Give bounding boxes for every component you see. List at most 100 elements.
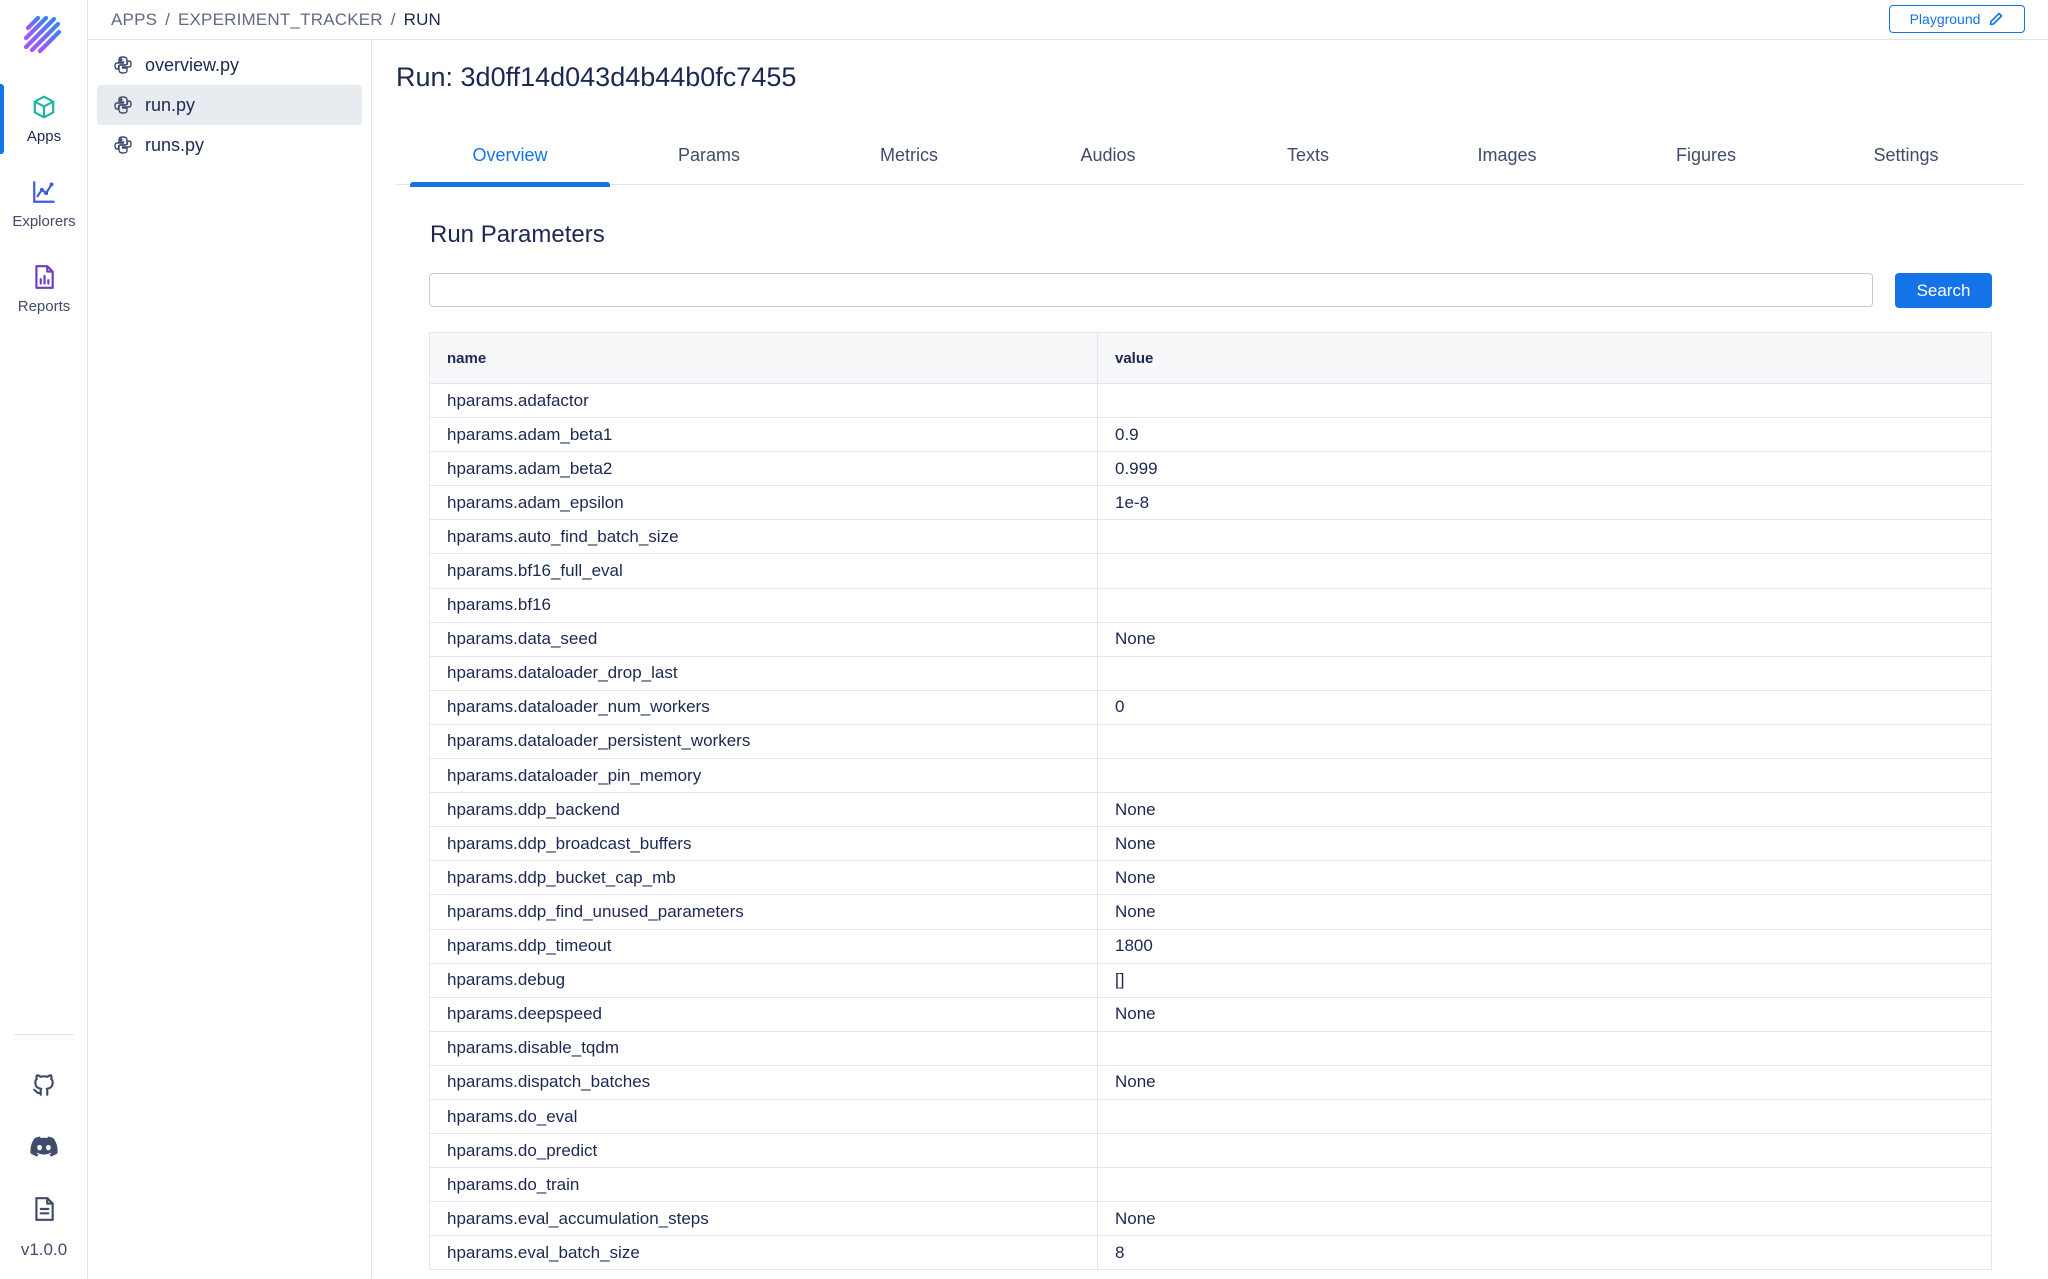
breadcrumb-apps[interactable]: APPS (111, 10, 157, 29)
param-value-cell: None (1115, 1208, 1156, 1228)
param-value-cell: None (1115, 833, 1156, 853)
param-name-cell: hparams.adafactor (430, 384, 1098, 418)
tab-settings[interactable]: Settings (1806, 135, 2006, 185)
python-file-icon (114, 136, 132, 154)
param-name-cell: hparams.do_eval (430, 1099, 1098, 1134)
column-header-name[interactable]: name (430, 333, 1098, 383)
param-name-cell: hparams.auto_find_batch_size (430, 520, 1098, 554)
tab-figures[interactable]: Figures (1606, 135, 1806, 185)
file-item-runs[interactable]: runs.py (97, 125, 362, 165)
main-content: Run: 3d0ff14d043d4b44b0fc7455 Overview P… (372, 40, 2048, 1279)
param-value-cell (1098, 657, 1991, 690)
param-name-cell: hparams.ddp_find_unused_parameters (430, 895, 1098, 929)
table-row[interactable]: hparams.bf16 (430, 588, 1991, 623)
table-row[interactable]: hparams.dataloader_pin_memory (430, 759, 1991, 794)
table-row[interactable]: hparams.eval_batch_size 8 (430, 1236, 1991, 1271)
tab-images[interactable]: Images (1407, 135, 1607, 185)
search-button[interactable]: Search (1895, 273, 1992, 308)
param-value-cell: 0.999 (1115, 458, 1158, 478)
table-row[interactable]: hparams.do_eval (430, 1099, 1991, 1135)
tab-texts[interactable]: Texts (1208, 135, 1408, 185)
table-row[interactable]: hparams.adam_beta1 0.9 (430, 418, 1991, 453)
table-row[interactable]: hparams.dataloader_drop_last (430, 656, 1991, 691)
table-row[interactable]: hparams.debug [] (430, 963, 1991, 998)
param-value-cell (1098, 589, 1991, 622)
param-name-cell: hparams.ddp_bucket_cap_mb (430, 861, 1098, 895)
table-row[interactable]: hparams.adam_beta2 0.999 (430, 452, 1991, 487)
cube-icon (33, 95, 55, 118)
table-body: hparams.adafactor hparams.adam_beta1 0.9 hp… (430, 384, 1991, 1271)
param-value-cell (1098, 725, 1991, 758)
python-file-icon (114, 56, 132, 74)
param-name-cell: hparams.ddp_broadcast_buffers (430, 827, 1098, 861)
discord-icon[interactable] (28, 1131, 60, 1163)
playground-button[interactable]: Playground (1889, 5, 2025, 33)
rail-item-explorers[interactable]: Explorers (0, 167, 88, 241)
param-value-cell: 0 (1115, 697, 1125, 717)
app-version: v1.0.0 (20, 1240, 68, 1259)
search-input[interactable] (429, 273, 1873, 307)
param-name-cell: hparams.dispatch_batches (430, 1065, 1098, 1099)
breadcrumb-experiment-tracker[interactable]: EXPERIMENT_TRACKER (178, 10, 383, 29)
table-row[interactable]: hparams.dispatch_batches None (430, 1065, 1991, 1100)
file-name: runs.py (145, 134, 205, 155)
param-name-cell: hparams.dataloader_persistent_workers (430, 724, 1098, 759)
table-row[interactable]: hparams.data_seed None (430, 622, 1991, 657)
param-value-cell (1098, 1032, 1991, 1065)
table-row[interactable]: hparams.eval_accumulation_steps None (430, 1202, 1991, 1237)
param-value-cell: None (1115, 867, 1156, 887)
param-name-cell: hparams.bf16_full_eval (430, 554, 1098, 588)
table-row[interactable]: hparams.ddp_bucket_cap_mb None (430, 861, 1991, 896)
table-row[interactable]: hparams.ddp_timeout 1800 (430, 929, 1991, 964)
param-value-cell (1098, 520, 1991, 553)
param-name-cell: hparams.eval_accumulation_steps (430, 1202, 1098, 1236)
page-title: Run: 3d0ff14d043d4b44b0fc7455 (396, 62, 797, 92)
file-item-overview[interactable]: overview.py (97, 45, 362, 85)
github-icon[interactable] (28, 1069, 60, 1101)
param-name-cell: hparams.dataloader_drop_last (430, 656, 1098, 690)
tab-params[interactable]: Params (609, 135, 809, 185)
table-row[interactable]: hparams.deepspeed None (430, 997, 1991, 1032)
param-name-cell: hparams.adam_beta1 (430, 418, 1098, 452)
table-row[interactable]: hparams.adam_epsilon 1e-8 (430, 486, 1991, 521)
table-row[interactable]: hparams.ddp_find_unused_parameters None (430, 895, 1991, 930)
table-row[interactable]: hparams.dataloader_num_workers 0 (430, 690, 1991, 725)
param-value-cell: [] (1115, 970, 1125, 990)
breadcrumb-current: RUN (403, 10, 442, 29)
tab-audios[interactable]: Audios (1008, 135, 1208, 185)
file-item-run[interactable]: run.py (97, 85, 362, 125)
docs-icon[interactable] (28, 1193, 60, 1225)
table-row[interactable]: hparams.ddp_backend None (430, 793, 1991, 828)
param-name-cell: hparams.ddp_timeout (430, 929, 1098, 963)
breadcrumb-separator: / (165, 10, 171, 29)
python-file-icon (114, 96, 132, 114)
param-name-cell: hparams.dataloader_pin_memory (430, 759, 1098, 793)
rail-item-reports[interactable]: Reports (0, 252, 88, 326)
playground-label: Playground (1909, 11, 1981, 27)
param-value-cell (1098, 384, 1991, 417)
left-nav-rail: Apps Explorers Reports v1.0.0 (0, 0, 88, 1279)
table-row[interactable]: hparams.do_train (430, 1168, 1991, 1203)
param-name-cell: hparams.do_train (430, 1168, 1098, 1202)
aim-logo-icon[interactable] (20, 12, 66, 58)
table-row[interactable]: hparams.auto_find_batch_size (430, 520, 1991, 555)
table-row[interactable]: hparams.do_predict (430, 1134, 1991, 1169)
table-row[interactable]: hparams.dataloader_persistent_workers (430, 724, 1991, 760)
param-name-cell: hparams.data_seed (430, 622, 1098, 656)
top-bar: APPS / EXPERIMENT_TRACKER / RUN Playgrou… (88, 0, 2048, 40)
table-row[interactable]: hparams.adafactor (430, 384, 1991, 419)
table-row[interactable]: hparams.ddp_broadcast_buffers None (430, 827, 1991, 862)
table-row[interactable]: hparams.disable_tqdm (430, 1031, 1991, 1066)
column-header-value[interactable]: value (1098, 333, 1991, 383)
file-name: run.py (145, 94, 196, 115)
table-header: name value (430, 333, 1991, 384)
rail-item-label: Reports (17, 297, 71, 315)
param-name-cell: hparams.dataloader_num_workers (430, 690, 1098, 724)
param-name-cell: hparams.bf16 (430, 588, 1098, 622)
table-row[interactable]: hparams.bf16_full_eval (430, 554, 1991, 589)
tab-bar: Overview Params Metrics Audios Texts Ima… (396, 135, 2024, 187)
tab-overview[interactable]: Overview (410, 135, 610, 187)
tab-metrics[interactable]: Metrics (809, 135, 1009, 185)
rail-item-apps[interactable]: Apps (0, 82, 88, 156)
param-name-cell: hparams.adam_beta2 (430, 452, 1098, 486)
